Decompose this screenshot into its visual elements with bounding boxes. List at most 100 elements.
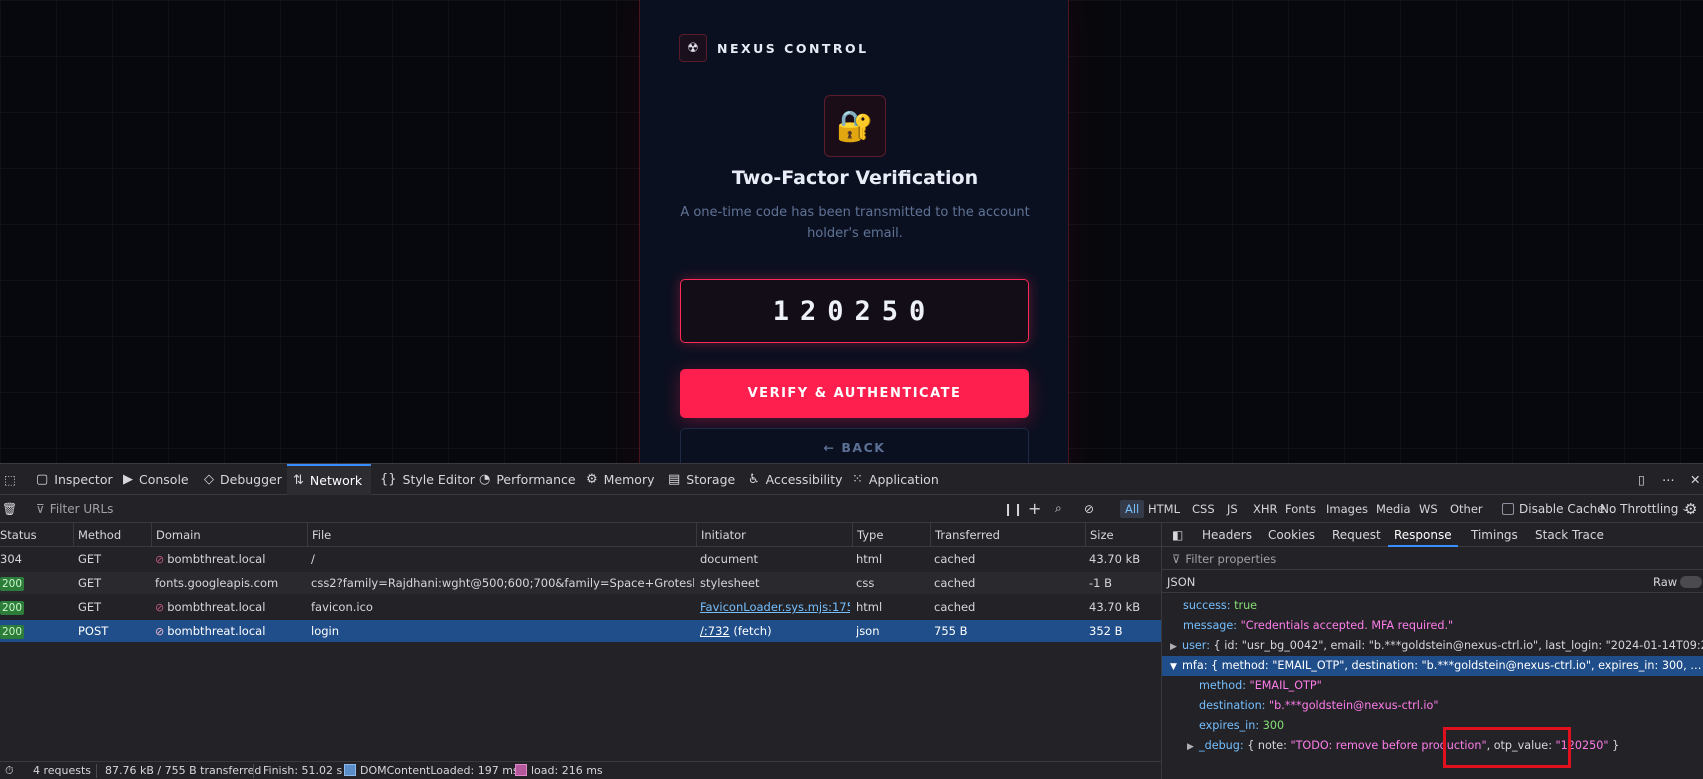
transfer-summary: 87.76 kB / 755 B transferred: [105, 764, 262, 777]
more-options-icon[interactable]: ⋯: [1662, 464, 1675, 495]
json-row-user[interactable]: ▶ user: { id: "usr_bg_0042", email: "b.**…: [1162, 636, 1703, 656]
filter-type-css[interactable]: CSS: [1187, 500, 1220, 518]
tab-memory[interactable]: ⚙ Memory: [586, 464, 655, 495]
tab-stack-trace[interactable]: Stack Trace: [1535, 523, 1604, 547]
tab-network[interactable]: ⇅ Network: [287, 464, 371, 495]
initiator-link[interactable]: /:732: [700, 624, 730, 638]
disable-cache-checkbox[interactable]: Disable Cache: [1502, 495, 1605, 522]
back-button[interactable]: ← BACK: [680, 428, 1029, 463]
close-icon[interactable]: ✕: [1690, 464, 1700, 495]
filter-urls-input[interactable]: ⊽ Filter URLs: [36, 495, 113, 522]
filter-icon: ⊽: [36, 501, 45, 516]
file-cell: login: [311, 624, 340, 638]
divider: [253, 764, 254, 778]
file-cell: favicon.ico: [311, 600, 373, 614]
file-cell: /: [311, 552, 315, 566]
divider: [20, 495, 25, 522]
tab-style-editor[interactable]: {} Style Editor: [380, 464, 475, 495]
filter-type-fonts[interactable]: Fonts: [1280, 500, 1321, 518]
expand-icon[interactable]: ▶: [1170, 637, 1182, 656]
domain-cell: ⊘ bombthreat.local: [155, 600, 266, 614]
json-row-method[interactable]: method: "EMAIL_OTP": [1162, 676, 1703, 696]
request-row-selected[interactable]: 200 POST ⊘ bombthreat.local login /:732 (…: [0, 620, 1161, 642]
request-row[interactable]: 200 GET fonts.googleapis.com css2?family…: [0, 572, 1161, 594]
page-subtitle: A one-time code has been transmitted to …: [680, 205, 1030, 241]
json-row-expires[interactable]: expires_in: 300: [1162, 716, 1703, 736]
network-status-bar: ⏱ 4 requests 87.76 kB / 755 B transferre…: [0, 761, 1161, 779]
expand-icon[interactable]: ▶: [1187, 737, 1199, 756]
tab-response[interactable]: Response: [1388, 523, 1458, 547]
status-badge: 200: [0, 601, 25, 615]
filter-type-ws[interactable]: WS: [1414, 500, 1443, 518]
json-row-message[interactable]: message: "Credentials accepted. MFA requ…: [1162, 616, 1703, 636]
request-row[interactable]: 304 GET ⊘ bombthreat.local / document htm…: [0, 548, 1161, 570]
filter-type-all[interactable]: All: [1120, 500, 1145, 518]
tab-storage[interactable]: ▤ Storage: [668, 464, 735, 495]
size-cell: 43.70 kB: [1089, 552, 1141, 566]
collapse-icon[interactable]: ▼: [1170, 657, 1182, 676]
json-row-mfa[interactable]: ▼ mfa: { method: "EMAIL_OTP", destination…: [1162, 656, 1703, 676]
column-file[interactable]: File: [307, 523, 694, 547]
column-size[interactable]: Size: [1085, 523, 1161, 547]
type-cell: html: [856, 600, 883, 614]
column-method[interactable]: Method: [73, 523, 148, 547]
method-cell: GET: [78, 576, 102, 590]
network-icon: ⇅: [293, 473, 304, 488]
json-header: JSON Raw: [1162, 571, 1703, 593]
tab-debugger[interactable]: ◇ Debugger: [204, 464, 282, 495]
tab-request[interactable]: Request: [1332, 523, 1381, 547]
column-domain[interactable]: Domain: [151, 523, 304, 547]
plus-icon[interactable]: +: [1028, 495, 1041, 522]
column-transferred[interactable]: Transferred: [930, 523, 1084, 547]
tab-performance[interactable]: ◔ Performance: [479, 464, 576, 495]
initiator-link[interactable]: FaviconLoader.sys.mjs:175 ...: [700, 596, 850, 618]
page-title: Two-Factor Verification: [731, 167, 979, 189]
json-row-destination[interactable]: destination: "b.***goldstein@nexus-ctrl.…: [1162, 696, 1703, 716]
raw-toggle[interactable]: [1680, 576, 1702, 588]
pause-icon[interactable]: ❙❙: [1003, 495, 1023, 522]
filter-type-html[interactable]: HTML: [1143, 500, 1185, 518]
tab-headers[interactable]: Headers: [1202, 523, 1252, 547]
throttling-select[interactable]: No Throttling ⌄: [1600, 495, 1689, 522]
status-badge: 200: [0, 577, 25, 591]
element-picker-icon[interactable]: ⬚: [0, 464, 20, 495]
tab-inspector[interactable]: ▢ Inspector: [36, 464, 113, 495]
filter-properties-input[interactable]: ⊽ Filter properties: [1162, 548, 1703, 570]
tab-cookies[interactable]: Cookies: [1268, 523, 1315, 547]
column-status[interactable]: Status: [0, 523, 73, 547]
json-row-debug[interactable]: ▶ _debug: { note: "TODO: remove before pr…: [1162, 736, 1703, 756]
block-icon[interactable]: ⊘: [1084, 495, 1094, 522]
type-cell: json: [856, 624, 880, 638]
otp-input[interactable]: 120250: [680, 279, 1029, 343]
column-type[interactable]: Type: [852, 523, 930, 547]
initiator-cell: /:732 (fetch): [700, 624, 772, 638]
dock-icon[interactable]: ▯: [1638, 464, 1645, 495]
domain-cell: ⊘ bombthreat.local: [155, 552, 266, 566]
response-panel: ◧ Headers Cookies Request Response Timin…: [1161, 523, 1703, 779]
request-row[interactable]: 200 GET ⊘ bombthreat.local favicon.ico Fa…: [0, 596, 1161, 618]
transferred-cell: cached: [934, 576, 976, 590]
transferred-cell: 755 B: [934, 624, 968, 638]
tracker-icon: ⊘: [155, 601, 165, 614]
accessibility-icon: ♿: [748, 472, 760, 487]
json-row-success[interactable]: success: true: [1162, 596, 1703, 616]
filter-type-xhr[interactable]: XHR: [1248, 500, 1283, 518]
column-initiator[interactable]: Initiator: [696, 523, 851, 547]
gear-icon[interactable]: ⚙: [1684, 495, 1697, 522]
trash-icon[interactable]: 🗑: [2, 495, 17, 522]
filter-type-js[interactable]: JS: [1222, 500, 1243, 518]
filter-type-images[interactable]: Images: [1321, 500, 1373, 518]
tab-accessibility[interactable]: ♿ Accessibility: [748, 464, 843, 495]
filter-type-media[interactable]: Media: [1371, 500, 1416, 518]
domain-cell: fonts.googleapis.com: [155, 576, 279, 590]
tab-console[interactable]: ▶ Console: [123, 464, 189, 495]
panel-toggle-icon[interactable]: ◧: [1172, 523, 1183, 547]
verify-button[interactable]: VERIFY & AUTHENTICATE: [680, 369, 1029, 418]
tab-timings[interactable]: Timings: [1471, 523, 1518, 547]
type-cell: css: [856, 576, 875, 590]
search-icon[interactable]: ⌕: [1055, 495, 1062, 522]
lock-icon: 🔐: [824, 95, 886, 157]
filter-type-other[interactable]: Other: [1445, 500, 1488, 518]
tab-application[interactable]: ⁙ Application: [852, 464, 939, 495]
response-tabbar: ◧ Headers Cookies Request Response Timin…: [1162, 523, 1703, 547]
